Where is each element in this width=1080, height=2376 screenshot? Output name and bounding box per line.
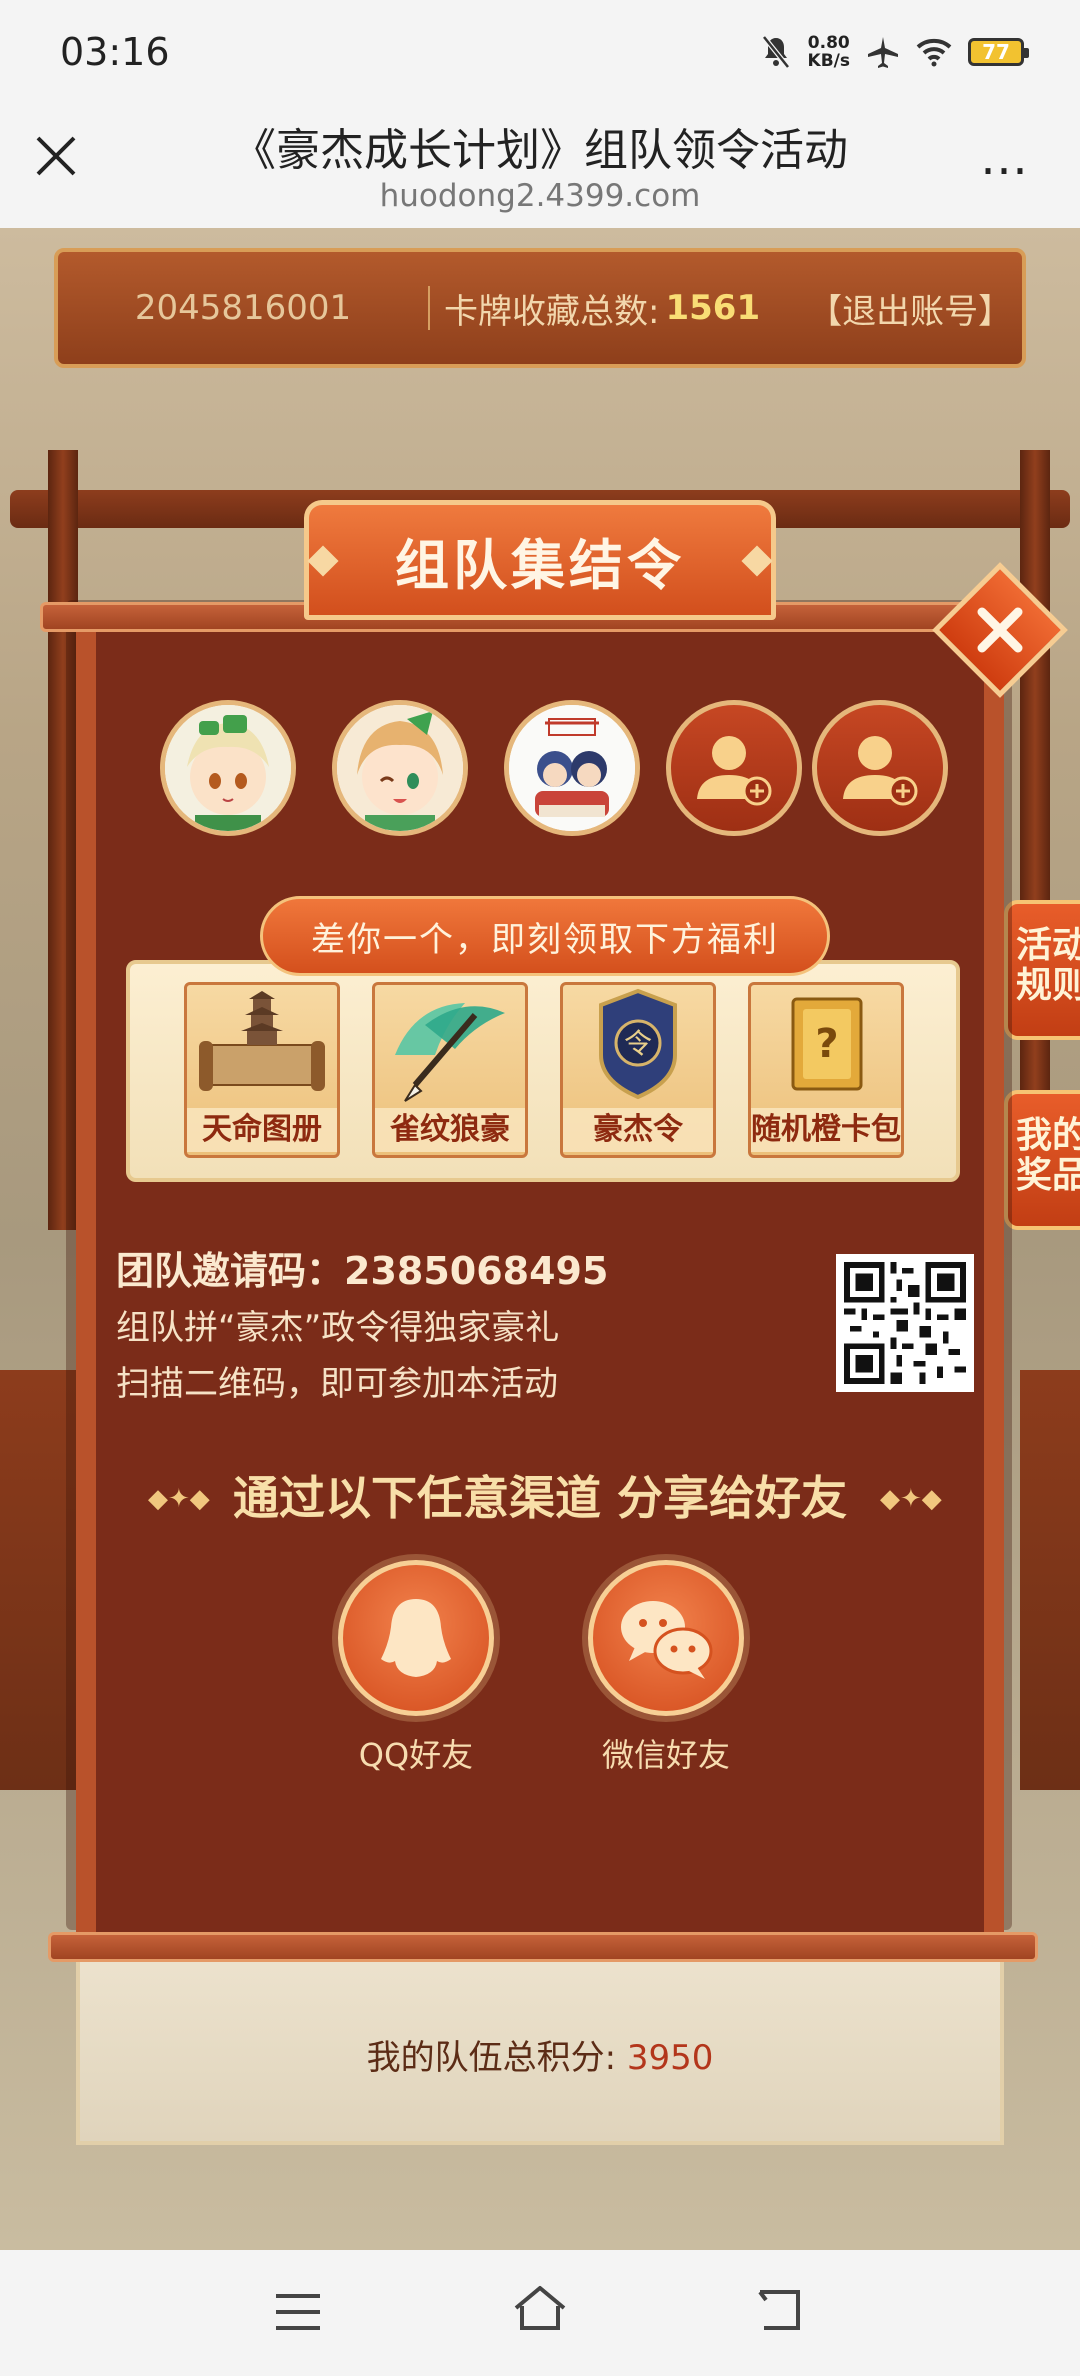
wifi-icon [916,38,952,67]
avatar-girl-orange-icon [337,705,463,831]
add-user-icon [697,736,772,806]
airplane-icon [868,37,898,68]
share-qq-button[interactable] [338,1560,494,1716]
net-speed: 0.80 KB/s [808,34,850,70]
reward-label: 雀纹狼豪 [375,1108,525,1152]
reward-label: 豪杰令 [563,1108,713,1152]
reward-label: 随机橙卡包 [751,1108,901,1152]
more-menu-button[interactable]: ⋯ [980,142,1032,198]
team-member-avatar[interactable] [504,700,640,836]
wechat-icon [621,1601,713,1679]
qr-code [836,1254,974,1392]
team-member-avatar[interactable] [332,700,468,836]
my-prizes-tab[interactable]: 我的 奖品 [1004,1090,1080,1230]
status-time: 03:16 [60,30,170,74]
svg-text:?: ? [815,1021,838,1067]
net-speed-unit: KB/s [807,51,850,71]
account-divider [428,286,430,330]
logout-link[interactable]: 【退出账号】 [808,284,1012,333]
modal-bottom-rail [48,1932,1038,1962]
empty-slot-invite-button[interactable] [812,700,948,836]
jade-brush-icon [395,1003,505,1102]
empty-slot-invite-button[interactable] [666,700,802,836]
invite-instruction: 扫描二维码，即可参加本活动 [116,1364,558,1404]
net-speed-value: 0.80 [807,33,850,53]
modal-title: 组队集结令 [395,533,685,597]
team-score-value: 3950 [626,2038,714,2078]
menu-icon[interactable] [272,2290,324,2334]
activity-rules-tab[interactable]: 活动 规则 [1004,900,1080,1040]
modal-close-icon[interactable] [952,582,1048,678]
page-url: huodong2.4399.com [379,178,701,214]
qr-code-icon [844,1262,966,1384]
modal-header: 组队集结令 [304,500,776,620]
add-user-icon [843,736,918,806]
battery-icon: 77 [968,38,1029,66]
mystery-card-pack-icon: ? [791,997,863,1091]
invite-code: 团队邀请码：2385068495 [116,1240,608,1295]
status-icons: 0.80 KB/s 77 [760,34,1029,70]
svg-text:令: 令 [624,1027,652,1060]
share-wechat-button[interactable] [588,1560,744,1716]
home-icon[interactable] [512,2284,568,2334]
battery-level: 77 [982,40,1010,64]
reward-label: 天命图册 [187,1108,337,1152]
page-title: 《豪杰成长计划》组队领令活动 [232,125,848,176]
invite-description: 组队拼“豪杰”政令得独家豪礼 [116,1308,560,1348]
account-id: 2045816001 [134,288,352,328]
scroll-pagoda-icon [199,991,325,1091]
invite-code-value[interactable]: 2385068495 [344,1249,608,1293]
avatar-chibi-group-icon [509,705,635,831]
invite-code-label: 团队邀请码： [116,1249,345,1293]
card-count-value: 1561 [665,288,761,328]
qq-penguin-icon [381,1599,451,1677]
avatar-girl-green-icon [165,705,291,831]
team-score: 我的队伍总积分: 3950 [0,2030,1080,2079]
background-house-right [1020,1370,1080,1790]
share-deco-right-icon: ◆✦◆ [880,1484,942,1514]
team-score-label: 我的队伍总积分: [366,2038,617,2078]
share-wechat-label: 微信好友 [601,1736,730,1774]
account-bar: 2045816001 卡牌收藏总数: 1561 【退出账号】 [54,248,1026,368]
reward-banner: 差你一个，即刻领取下方福利 [260,896,830,976]
share-qq-label: QQ好友 [358,1736,474,1774]
team-member-avatar[interactable] [160,700,296,836]
back-icon[interactable] [752,2286,808,2334]
mute-bell-icon [761,35,790,69]
card-count-label: 卡牌收藏总数: [444,291,660,332]
hero-token-icon: 令 [599,988,677,1100]
